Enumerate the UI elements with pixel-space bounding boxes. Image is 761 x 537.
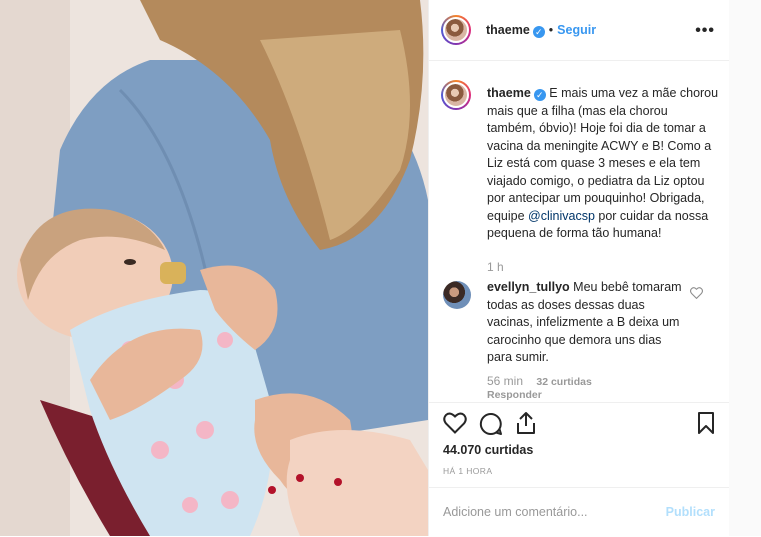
author-line: thaeme ✓ • Seguir — [486, 23, 596, 38]
caption: thaeme ✓ E mais uma vez a mãe chorou mais… — [487, 85, 719, 243]
share-icon[interactable] — [515, 411, 537, 435]
commenter-avatar[interactable] — [443, 281, 471, 309]
comment-meta: 56 min 32 curtidas — [487, 374, 592, 388]
comment-icon[interactable] — [479, 412, 503, 436]
bookmark-icon[interactable] — [697, 411, 715, 435]
post-header: thaeme ✓ • Seguir ••• — [429, 0, 729, 61]
author-avatar[interactable] — [441, 15, 471, 45]
verified-badge-icon: ✓ — [532, 26, 545, 38]
verified-badge-icon: ✓ — [533, 89, 546, 101]
comments-section: thaeme ✓ E mais uma vez a mãe chorou mais… — [429, 61, 729, 401]
more-options-icon[interactable]: ••• — [695, 22, 715, 40]
likes-count[interactable]: 44.070 curtidas — [443, 443, 533, 457]
posted-time[interactable]: HÁ 1 HORA — [443, 466, 492, 476]
caption-text-part1: E mais uma vez a mãe chorou mais que a f… — [487, 86, 719, 223]
caption-username[interactable]: thaeme — [487, 86, 531, 100]
comment-item: evellyn_tullyo Meu bebê tomaram todas as… — [487, 279, 687, 367]
comment-likes[interactable]: 32 curtidas — [536, 376, 591, 388]
caption-author-avatar[interactable] — [441, 80, 471, 110]
comment-input[interactable]: Adicione um comentário... — [443, 505, 588, 519]
heart-icon[interactable] — [443, 412, 467, 434]
post-actions-bar — [429, 402, 729, 443]
reply-button[interactable]: Responder — [487, 389, 542, 401]
caption-mention-link[interactable]: @clinivacsp — [528, 209, 595, 223]
follow-button[interactable]: Seguir — [557, 23, 596, 37]
comment-username[interactable]: evellyn_tullyo — [487, 280, 570, 294]
post-side-panel: thaeme ✓ • Seguir ••• thaeme ✓ E mais uma ve… — [428, 0, 730, 536]
post-photo[interactable] — [0, 0, 428, 536]
add-comment-bar: Adicione um comentário... Publicar — [429, 487, 729, 537]
publish-button[interactable]: Publicar — [666, 505, 715, 519]
separator-dot: • — [548, 23, 554, 37]
comment-like-heart-icon[interactable] — [690, 287, 703, 299]
page-background-gutter — [729, 0, 761, 536]
caption-time[interactable]: 1 h — [487, 260, 504, 274]
photo-illustration — [0, 0, 428, 536]
instagram-post: thaeme ✓ • Seguir ••• thaeme ✓ E mais uma ve… — [0, 0, 761, 536]
comment-time[interactable]: 56 min — [487, 374, 523, 388]
author-username[interactable]: thaeme — [486, 23, 530, 37]
